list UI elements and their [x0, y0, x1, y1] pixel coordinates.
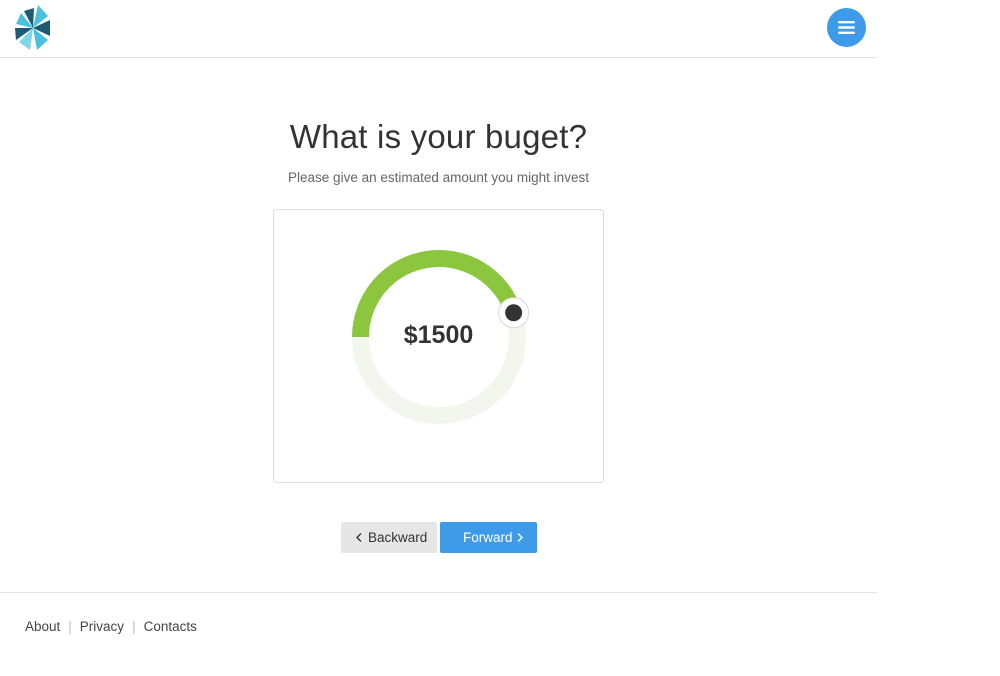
backward-label: Backward [368, 530, 428, 545]
footer-separator: | [68, 619, 72, 634]
forward-label: Forward [463, 530, 513, 545]
menu-button[interactable] [827, 8, 866, 47]
hamburger-menu-icon [838, 21, 855, 34]
footer-divider [0, 592, 877, 593]
page: What is your buget? Please give an estim… [0, 0, 1000, 676]
page-title: What is your buget? [289, 118, 588, 155]
footer-link-privacy[interactable]: Privacy [80, 619, 124, 634]
budget-amount: $1500 [403, 321, 474, 349]
chevron-left-icon [356, 522, 362, 564]
footer-separator: | [132, 619, 136, 634]
budget-card: $1500 [273, 209, 604, 483]
chevron-right-icon [517, 522, 523, 564]
footer-links: About | Privacy | Contacts [25, 619, 197, 634]
header [0, 0, 877, 58]
footer-link-about[interactable]: About [25, 619, 60, 634]
logo[interactable] [13, 4, 53, 52]
footer-link-contacts[interactable]: Contacts [144, 619, 197, 634]
backward-button[interactable]: Backward [341, 522, 437, 553]
page-subtitle: Please give an estimated amount you migh… [288, 170, 589, 185]
forward-button[interactable]: Forward [440, 522, 537, 553]
